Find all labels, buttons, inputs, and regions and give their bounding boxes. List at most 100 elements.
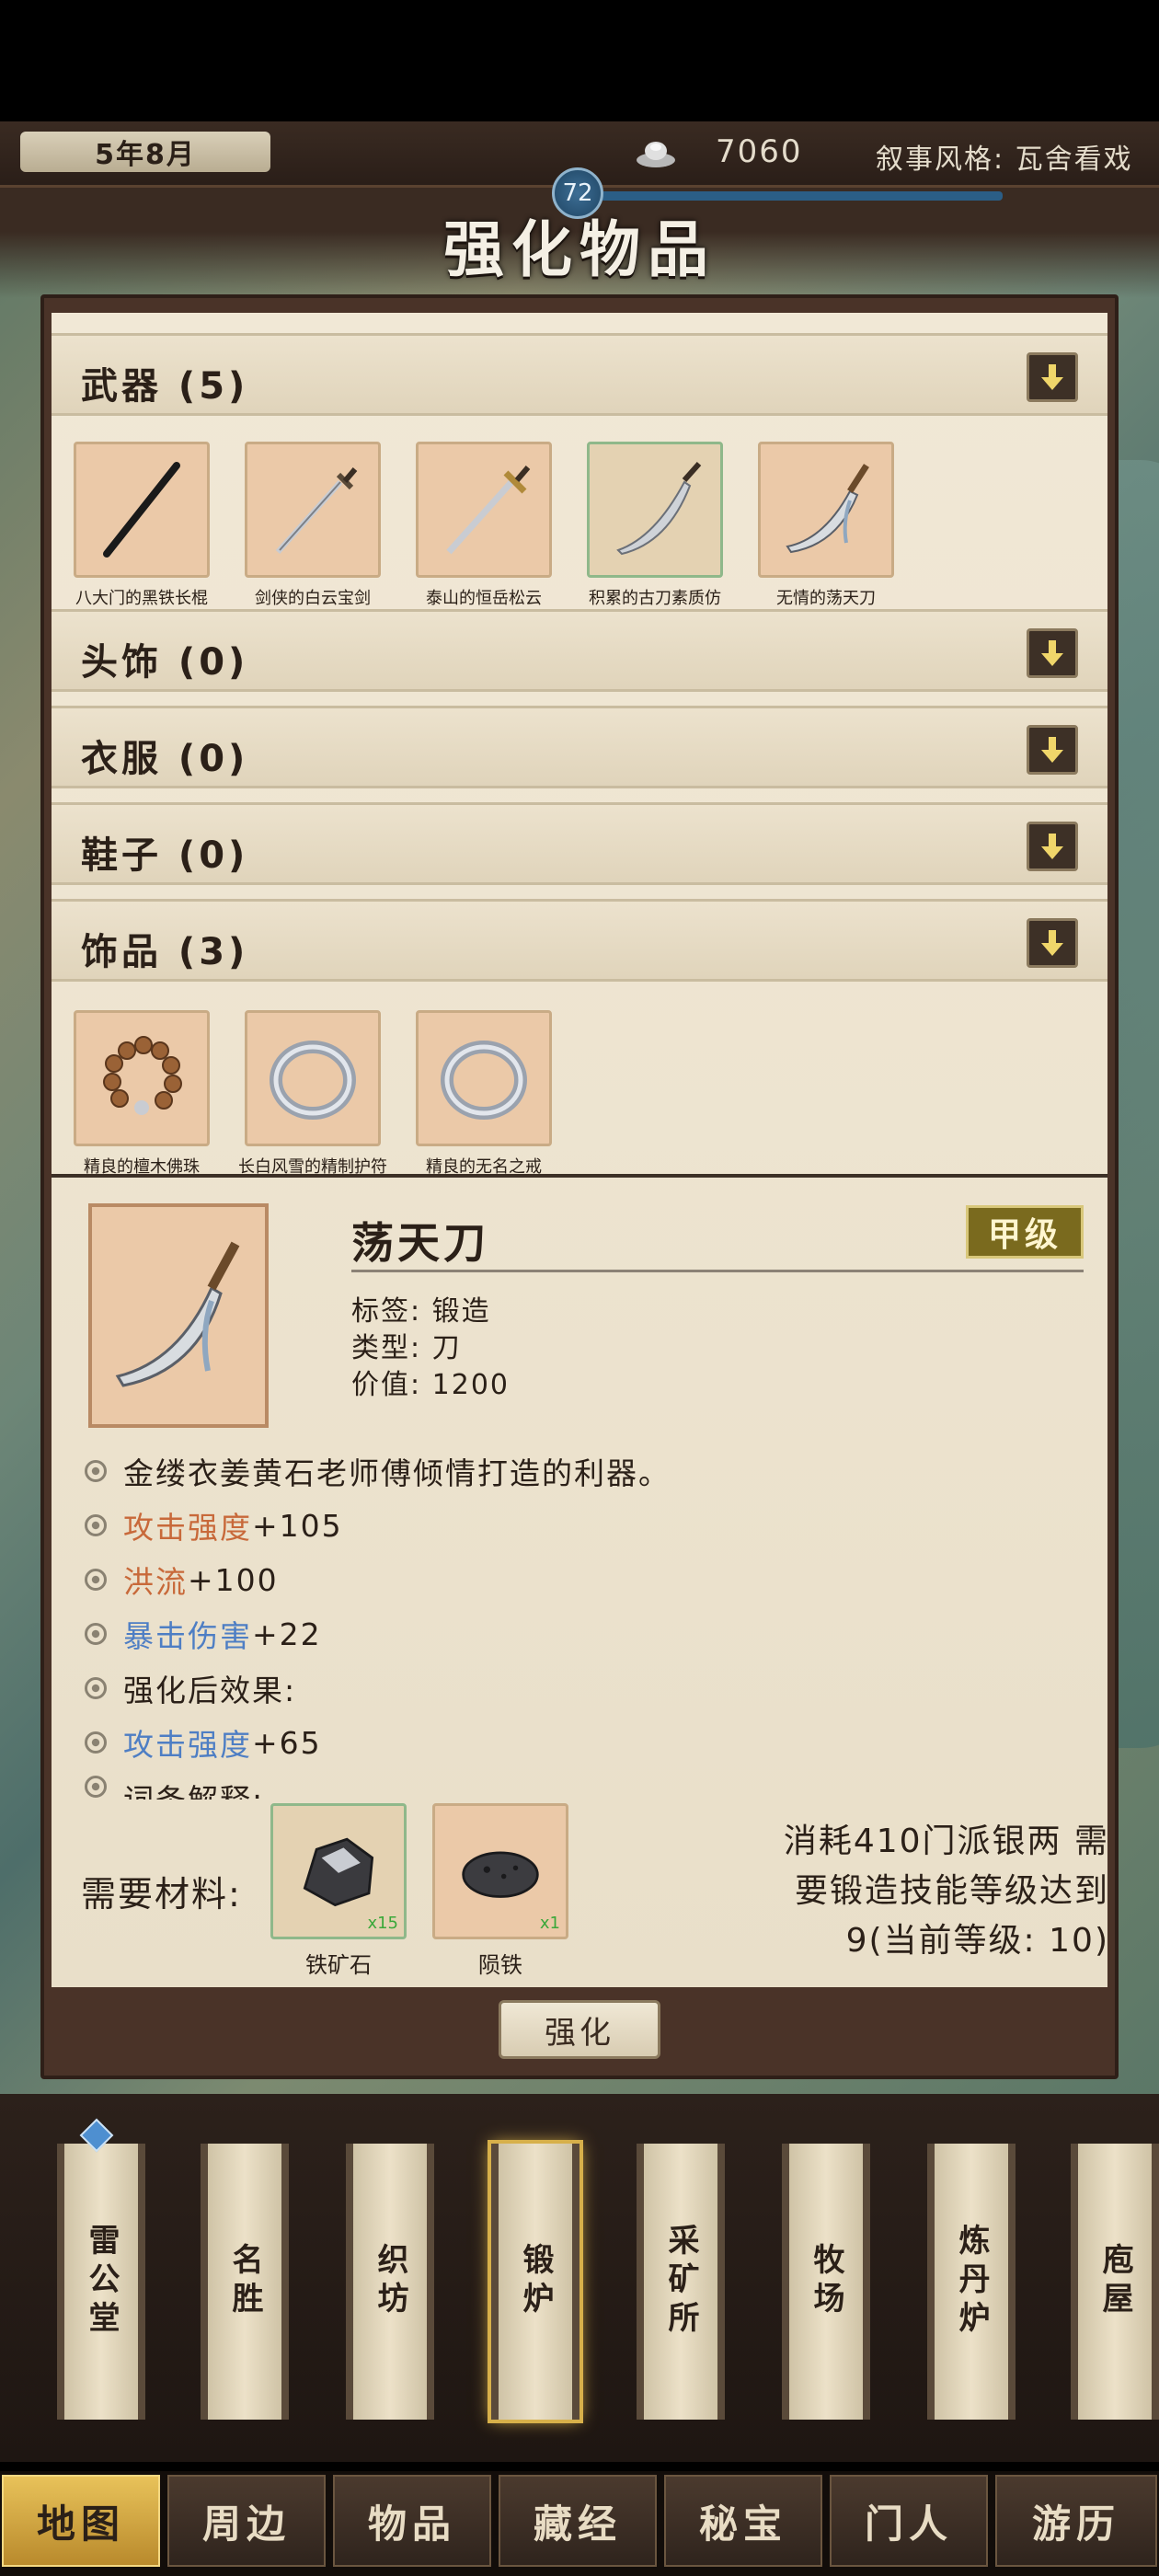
material-name: 铁矿石 <box>305 1952 372 1978</box>
building-duanlu[interactable]: 锻炉 <box>488 2140 583 2423</box>
building-liandanlu[interactable]: 炼丹炉 <box>927 2144 1016 2420</box>
detail-divider <box>52 1174 1107 1178</box>
meteor-iron-icon: x1 <box>432 1803 568 1939</box>
building-paowu[interactable]: 庖屋 <box>1071 2144 1159 2420</box>
more-label: 词条解释: <box>123 1776 264 1800</box>
stat-line: 洪流 +100 <box>85 1558 279 1601</box>
saber-icon <box>88 1203 269 1428</box>
after-stat-line: 攻击强度 +65 <box>85 1721 322 1764</box>
building-label: 采矿所 <box>662 2224 699 2340</box>
item-title: 荡天刀 <box>351 1218 489 1268</box>
category-accessories[interactable]: 饰品 (3) <box>52 899 1107 982</box>
bullet-icon <box>85 1677 107 1699</box>
stat-value: +100 <box>188 1561 279 1598</box>
level-progress-bar <box>598 191 1003 201</box>
item-weapon-saber-selected[interactable]: 无情的荡天刀 <box>758 442 894 609</box>
stat-value: +22 <box>252 1616 322 1652</box>
stat-value: +65 <box>252 1724 322 1761</box>
category-shoes[interactable]: 鞋子 (0) <box>52 802 1107 885</box>
item-weapon-sword[interactable]: 剑侠的白云宝剑 <box>245 442 381 609</box>
cost-line: 要锻造技能等级达到 <box>794 1872 1107 1910</box>
nav-disciples[interactable]: 门人 <box>830 2475 988 2567</box>
sword-icon <box>416 442 552 578</box>
item-accessory-beads[interactable]: 精良的檀木佛珠 <box>74 1010 210 1178</box>
building-label: 名胜 <box>226 2243 263 2320</box>
nav-map[interactable]: 地图 <box>2 2475 160 2567</box>
category-label: 衣服 (0) <box>81 738 249 780</box>
nav-items[interactable]: 物品 <box>333 2475 491 2567</box>
narrative-style[interactable]: 叙事风格: 瓦舍看戏 <box>876 136 1133 177</box>
nav-treasures[interactable]: 秘宝 <box>664 2475 822 2567</box>
title-divider <box>351 1270 1084 1272</box>
after-label: 强化后效果: <box>123 1673 297 1708</box>
ring-icon <box>245 1010 381 1146</box>
building-label: 雷公堂 <box>83 2224 120 2340</box>
expand-arrow-icon[interactable] <box>1027 352 1078 402</box>
bullet-icon <box>85 1514 107 1536</box>
strengthen-button[interactable]: 强化 <box>499 2000 660 2059</box>
building-label: 庖屋 <box>1096 2243 1133 2320</box>
bullet-icon <box>85 1569 107 1591</box>
more-line: 词条解释: <box>85 1776 264 1800</box>
category-weapons[interactable]: 武器 (5) <box>52 333 1107 416</box>
category-headwear[interactable]: 头饰 (0) <box>52 609 1107 692</box>
building-caikuangsuo[interactable]: 采矿所 <box>637 2144 725 2420</box>
material-name: 陨铁 <box>478 1952 522 1978</box>
cost-line: 消耗410门派银两 需 <box>783 1823 1107 1860</box>
saber-icon <box>758 442 894 578</box>
sword-icon <box>245 442 381 578</box>
category-label: 鞋子 (0) <box>81 834 249 877</box>
item-value: 价值: 1200 <box>351 1369 510 1401</box>
category-label: 武器 (5) <box>81 365 249 408</box>
material-count: x15 <box>367 1914 398 1933</box>
screen: { "header": { "date": "5年8月", "silver": … <box>0 0 1159 2576</box>
bullet-icon <box>85 1460 107 1482</box>
item-accessory-ring[interactable]: 长白风雪的精制护符 <box>238 1010 387 1178</box>
item-type: 类型: 刀 <box>351 1332 462 1364</box>
grade-badge: 甲级 <box>966 1205 1084 1259</box>
material-meteor-iron[interactable]: x1 陨铁 <box>432 1803 568 1979</box>
expand-arrow-icon[interactable] <box>1027 822 1078 871</box>
page-title: 强化物品 <box>443 214 716 285</box>
item-accessory-ring-2[interactable]: 精良的无名之戒 <box>416 1010 552 1178</box>
cost-line: 9(当前等级: 10) <box>845 1922 1107 1960</box>
bullet-icon <box>85 1623 107 1645</box>
item-name: 剑侠的白云宝剑 <box>255 589 371 608</box>
category-clothes[interactable]: 衣服 (0) <box>52 706 1107 788</box>
item-weapon-saber[interactable]: 积累的古刀素质仿 <box>587 442 723 609</box>
ring-icon <box>416 1010 552 1146</box>
item-name: 无情的荡天刀 <box>776 589 876 608</box>
expand-arrow-icon[interactable] <box>1027 628 1078 678</box>
item-weapon-staff[interactable]: 八大门的黑铁长棍 <box>74 442 210 609</box>
stat-name: 洪流 <box>123 1564 188 1600</box>
item-name: 泰山的恒岳松云 <box>426 589 542 608</box>
building-zhifang[interactable]: 织坊 <box>346 2144 434 2420</box>
stat-name: 暴击伤害 <box>123 1618 252 1654</box>
building-label: 锻炉 <box>517 2243 554 2320</box>
after-label-line: 强化后效果: <box>85 1667 296 1709</box>
expand-arrow-icon[interactable] <box>1027 918 1078 968</box>
bullet-icon <box>85 1731 107 1754</box>
nav-nearby[interactable]: 周边 <box>167 2475 326 2567</box>
game-date: 5年8月 <box>20 132 270 172</box>
stat-name: 攻击强度 <box>123 1510 252 1546</box>
description-line: 金缕衣姜黄石老师傅倾情打造的利器。 <box>85 1450 671 1492</box>
material-iron-ore[interactable]: x15 铁矿石 <box>270 1803 407 1979</box>
stat-value: +105 <box>252 1507 343 1544</box>
category-label: 头饰 (0) <box>81 641 249 684</box>
strengthen-panel: 武器 (5) 八大门的黑铁长棍 剑侠的白云宝剑 泰山的恒岳松云 积累的古刀素质仿… <box>52 313 1107 1987</box>
item-name: 八大门的黑铁长棍 <box>75 589 208 608</box>
expand-arrow-icon[interactable] <box>1027 725 1078 775</box>
nav-travel[interactable]: 游历 <box>995 2475 1157 2567</box>
iron-ore-icon: x15 <box>270 1803 407 1939</box>
building-leigongtang[interactable]: 雷公堂 <box>57 2144 145 2420</box>
building-mingsheng[interactable]: 名胜 <box>201 2144 289 2420</box>
item-name: 积累的古刀素质仿 <box>589 589 721 608</box>
building-muchang[interactable]: 牧场 <box>782 2144 870 2420</box>
nav-scriptures[interactable]: 藏经 <box>499 2475 657 2567</box>
item-weapon-sword-2[interactable]: 泰山的恒岳松云 <box>416 442 552 609</box>
stat-name: 攻击强度 <box>123 1727 252 1763</box>
stat-line: 攻击强度 +105 <box>85 1504 343 1547</box>
building-label: 牧场 <box>808 2243 844 2320</box>
silver-amount: 7060 <box>716 133 803 170</box>
